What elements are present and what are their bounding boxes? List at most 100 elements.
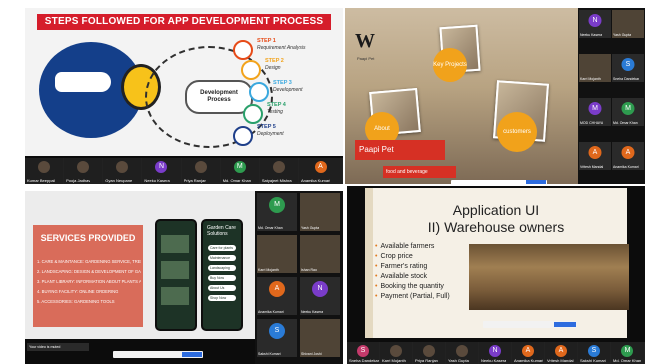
step-5-icon [233, 126, 253, 146]
step-label: STEP 1 [257, 38, 276, 44]
avatar [38, 161, 51, 173]
app-image [161, 287, 189, 305]
avatar: S [269, 323, 285, 339]
list-item: • Available stock [375, 273, 428, 280]
participant-tile[interactable]: Karri Mojanth [257, 235, 297, 273]
participant-name: Neeku Kasera [144, 178, 170, 183]
step-item: STEP 4 Testing [243, 102, 327, 124]
participant-tile[interactable]: N Neeku Kasera [300, 277, 340, 315]
participant-tile[interactable]: M Md. Omar Khan [220, 158, 260, 184]
brand-title: Paapi Pet [355, 140, 445, 160]
avatar [456, 345, 468, 357]
app-menu-item: Buy Now [208, 275, 236, 281]
participant-tile[interactable]: S Sakshi Kumari [578, 342, 611, 364]
participant-grid: N Neeku Kasera Yash Gupta Karri Mojanth S… [578, 8, 645, 184]
participant-name: Yash Gupta [613, 33, 632, 37]
avatar: S [621, 58, 635, 71]
app-menu-item: About Us [208, 285, 236, 291]
participant-name: Vritesh Mandal [580, 165, 604, 169]
avatar [272, 161, 285, 173]
participant-name: Kumar Beeppali [27, 178, 56, 183]
avatar: N [489, 345, 501, 357]
avatar: N [312, 281, 328, 297]
avatar: A [522, 345, 534, 357]
participant-name: Anamika Kumari [258, 310, 284, 314]
participant-tile[interactable]: Kumar Beeppali [25, 158, 65, 184]
participant-name: Md. Omar Khan [613, 358, 642, 363]
participant-tile[interactable]: A Anamika Kumari [512, 342, 545, 364]
stop-share-button[interactable] [554, 322, 576, 327]
participant-name: Anamika Kumari [613, 165, 639, 169]
participant-strip: Kumar Beeppali Pooja Jadhav Gyan Neupane… [25, 158, 343, 184]
participant-name: Karri Mojanth [258, 268, 279, 272]
participant-tile[interactable]: Ishan Rao [300, 235, 340, 273]
participant-tile[interactable]: Yash Gupta [446, 342, 479, 364]
participant-tile[interactable]: M Md. Omar Khan [611, 342, 645, 364]
center-label-line-1: Development [200, 90, 238, 96]
participant-tile[interactable]: Priya Ranjan [181, 158, 221, 184]
stop-share-button[interactable] [526, 180, 546, 184]
participant-tile[interactable]: Karri Mojanth [380, 342, 413, 364]
participant-tile[interactable]: A Anamika Kumari [257, 277, 297, 315]
step-label: STEP 4 [267, 102, 286, 108]
badge-key-projects: Key Projects [433, 48, 467, 82]
app-menu-item: Maintenance [208, 255, 236, 261]
participant-tile[interactable]: Karri Mojanth [579, 54, 611, 82]
service-item: 2. LANDSCAPING: DESIGN & DEVELOPMENT OF … [37, 269, 141, 274]
participant-tile[interactable]: Pooja Jadhav [64, 158, 104, 184]
participant-tile[interactable]: S Sneha Dandekar [612, 54, 644, 82]
participant-tile[interactable]: N Neeku Kasera [142, 158, 182, 184]
avatar [77, 161, 90, 173]
pointing-hand-icon [55, 72, 111, 92]
participant-tile[interactable]: Satyajeet Mishra [259, 158, 299, 184]
step-3-icon [249, 82, 269, 102]
badge-customers: customers [497, 112, 537, 152]
step-item: STEP 1 Requirement Analysis [233, 38, 317, 60]
muted-notice: Your video is muted [27, 343, 89, 351]
service-item: 1. CARE & MAINTANCE: GARDENING SERVICE, … [37, 259, 141, 264]
participant-name: Karri Mojanth [382, 358, 406, 363]
avatar [194, 161, 207, 173]
feature-list: • Available farmers • Crop price • Farmer's… [375, 242, 450, 302]
participant-name: Gyan Neupane [105, 178, 133, 183]
step-desc: Design [265, 65, 281, 71]
participant-tile[interactable]: M Md. Omar Khan [612, 98, 644, 126]
participant-name: Yash Gupta [448, 358, 469, 363]
participant-tile[interactable]: Yash Gupta [612, 10, 644, 38]
meeting-screenshot-1: STEPS FOLLOWED FOR APP DEVELOPMENT PROCE… [25, 8, 343, 184]
participant-tile[interactable]: Priya Ranjan [413, 342, 446, 364]
participant-tile[interactable]: Gyan Neupane [103, 158, 143, 184]
app-menu-item: Care for plants [208, 245, 236, 251]
participant-tile[interactable]: N Neeku Kasera [479, 342, 512, 364]
shared-slide: STEPS FOLLOWED FOR APP DEVELOPMENT PROCE… [25, 8, 343, 156]
participant-tile[interactable]: Shivani Joshi [300, 319, 340, 357]
avatar [423, 345, 435, 357]
participant-name: Sneha Dandekar [349, 358, 380, 363]
stop-share-button[interactable] [182, 352, 202, 357]
meeting-screenshot-4: Application UI II) Warehouse owners • Ava… [347, 186, 645, 364]
avatar: A [621, 146, 635, 159]
meeting-screenshot-2: W Paapi Pet Key Projects About customers… [345, 8, 645, 184]
participant-tile[interactable]: Yash Gupta [300, 193, 340, 231]
list-item: • Booking the quantity [375, 283, 444, 290]
participant-tile[interactable]: A Vritesh Mandal [545, 342, 578, 364]
participant-tile[interactable]: M Md. Omar Khan [257, 193, 297, 231]
participant-tile[interactable]: S Sneha Dandekar [347, 342, 380, 364]
participant-tile[interactable]: A Anamika Kumari [612, 142, 644, 170]
participant-tile[interactable]: A Vritesh Mandal [579, 142, 611, 170]
slide-title: STEPS FOLLOWED FOR APP DEVELOPMENT PROCE… [37, 14, 331, 30]
step-label: STEP 5 [257, 124, 276, 130]
participant-tile[interactable]: N Neeku Kasera [579, 10, 611, 38]
app-menu-item: Landscaping [208, 265, 236, 271]
participant-name: Vritesh Mandal [547, 358, 574, 363]
step-desc: Development [273, 87, 303, 93]
participant-tile[interactable]: M MOD CHHAYA [579, 98, 611, 126]
avatar: M [588, 102, 602, 115]
app-image [161, 235, 189, 253]
list-item: • Payment (Partial, Full) [375, 293, 450, 300]
list-item: • Available farmers [375, 243, 435, 250]
services-heading: SERVICES PROVIDED [40, 233, 136, 243]
step-4-icon [243, 104, 263, 124]
participant-tile[interactable]: S Sakshi Kumari [257, 319, 297, 357]
participant-tile[interactable]: A Anamika Kumari [298, 158, 343, 184]
